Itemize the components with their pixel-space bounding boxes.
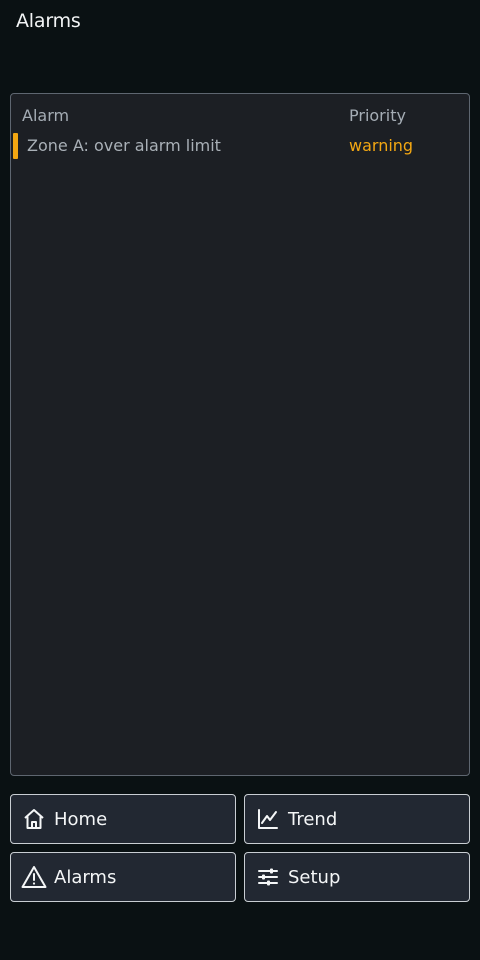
- trend-button[interactable]: Trend: [244, 794, 470, 844]
- sliders-icon: [255, 864, 281, 890]
- alarm-row[interactable]: Zone A: over alarm limit warning: [13, 132, 467, 160]
- chart-line-icon: [255, 806, 281, 832]
- column-header-priority: Priority: [349, 106, 406, 125]
- setup-button-label: Setup: [288, 866, 341, 888]
- alarm-message: Zone A: over alarm limit: [27, 136, 221, 155]
- priority-indicator-stripe: [13, 133, 18, 159]
- alarm-list-panel: Alarm Priority Zone A: over alarm limit …: [10, 93, 470, 776]
- alarm-priority: warning: [349, 136, 414, 155]
- alarms-button[interactable]: Alarms: [10, 852, 236, 902]
- alarms-button-label: Alarms: [54, 866, 117, 888]
- home-button-label: Home: [54, 808, 108, 830]
- trend-button-label: Trend: [288, 808, 338, 830]
- column-header-alarm: Alarm: [22, 106, 70, 125]
- setup-button[interactable]: Setup: [244, 852, 470, 902]
- warning-triangle-icon: [21, 864, 47, 890]
- home-button[interactable]: Home: [10, 794, 236, 844]
- page-title: Alarms: [16, 10, 81, 32]
- home-icon: [21, 806, 47, 832]
